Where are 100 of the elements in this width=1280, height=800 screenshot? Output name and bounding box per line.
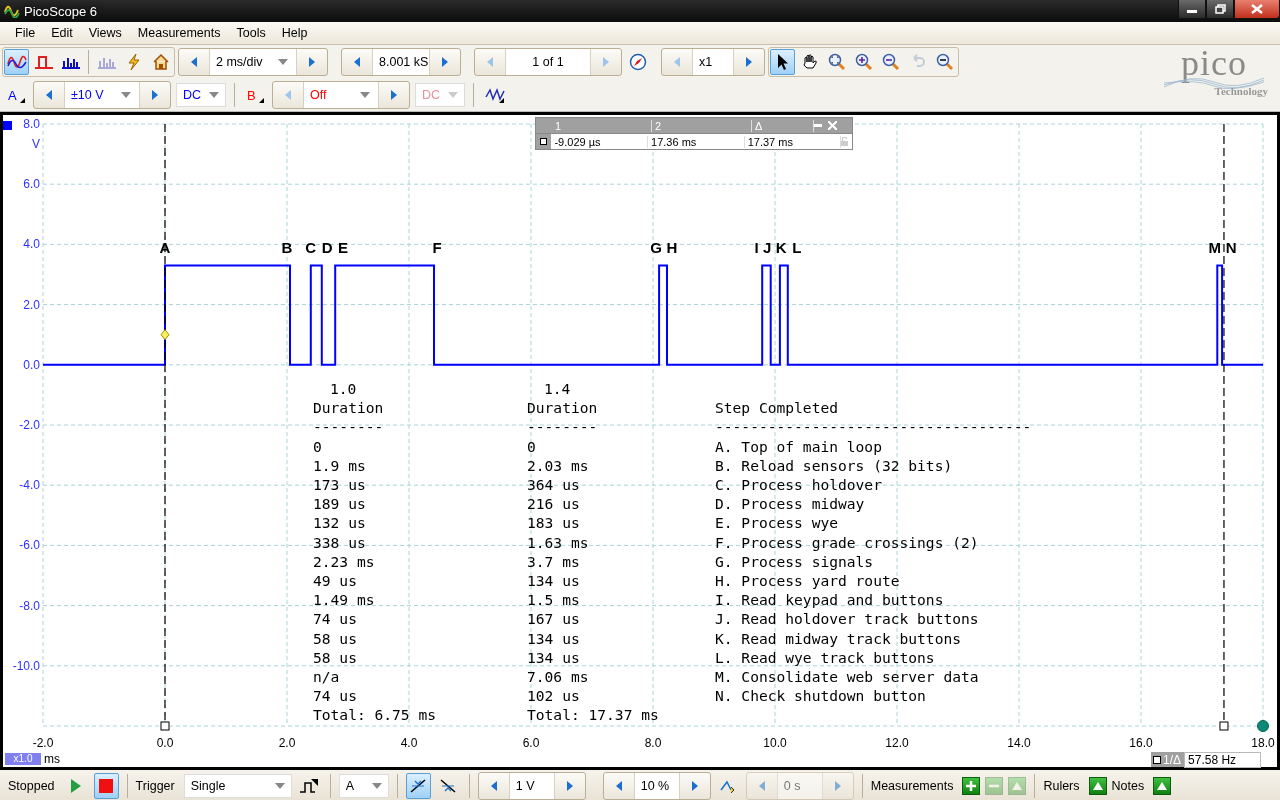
note-text: 0 — [313, 436, 323, 456]
trigger-source-dropdown[interactable]: A — [338, 774, 389, 798]
note-text: 102 us — [527, 686, 581, 706]
bar-chart-icon — [60, 55, 81, 69]
note-text: Duration — [527, 398, 599, 418]
note-text: 173 us — [313, 475, 367, 495]
axis-label: 10.0 — [763, 736, 787, 750]
pretrigger-field[interactable]: 10 % — [633, 773, 680, 799]
zoom-badge: x1.0 — [5, 753, 41, 765]
pulse-icon — [299, 778, 320, 794]
restore-icon — [1214, 4, 1226, 14]
menu-item[interactable]: Measurements — [130, 23, 228, 43]
axis-label: 14.0 — [1007, 736, 1031, 750]
menu-item[interactable]: Tools — [229, 23, 273, 43]
trigger-marker[interactable] — [160, 329, 170, 341]
note-text: 1.49 ms — [313, 590, 376, 610]
dropdown-caret-icon — [121, 92, 131, 98]
add-measurement-button[interactable] — [962, 777, 981, 795]
right-arrow-icon — [309, 57, 315, 67]
note-text: 134 us — [527, 628, 581, 648]
channel-axis-marker[interactable] — [3, 121, 12, 130]
samples-field[interactable]: 8.001 kS — [372, 49, 430, 75]
pointer-icon — [775, 53, 790, 71]
ruler-handle[interactable] — [1219, 721, 1229, 731]
close-button[interactable] — [1234, 0, 1280, 19]
marker-letter: B — [281, 239, 293, 257]
note-text: E. Process wye — [715, 513, 839, 533]
axis-label: -8.0 — [19, 598, 40, 613]
ruler-line[interactable] — [1223, 123, 1225, 722]
ruler-square-icon — [540, 138, 548, 145]
note-text: 189 us — [313, 494, 367, 514]
ruler-handle[interactable] — [160, 721, 170, 731]
magnifier-icon — [881, 53, 900, 71]
table-cell: 17.36 ms — [648, 135, 745, 148]
note-text: n/a — [313, 667, 341, 687]
note-text: 74 us — [313, 609, 358, 629]
ruler-line[interactable] — [164, 123, 166, 722]
note-text: Duration — [313, 398, 385, 418]
rising-edge-button[interactable] — [405, 773, 431, 799]
timebase-dropdown[interactable]: 2 ms/div — [209, 49, 297, 75]
threshold-field[interactable]: 1 V — [508, 773, 555, 799]
mode-button[interactable] — [4, 49, 29, 75]
note-text: N. Check shutdown button — [715, 686, 927, 706]
axis-handle[interactable] — [1257, 720, 1269, 732]
menu-item[interactable]: Views — [81, 23, 129, 43]
axis-label: 2.0 — [278, 736, 296, 750]
range-dropdown[interactable]: Off — [303, 82, 379, 108]
note-text: -------- — [313, 417, 385, 437]
up-triangle-icon — [1012, 782, 1023, 790]
dropdown-caret-icon — [448, 92, 458, 98]
play-icon — [71, 779, 82, 793]
range-dropdown[interactable]: ±10 V — [64, 82, 140, 108]
note-text: -------- — [527, 417, 599, 437]
note-text: G. Process signals — [715, 551, 875, 571]
trigger-mode-dropdown[interactable]: Single — [183, 774, 292, 798]
channel-button[interactable]: A — [4, 82, 28, 108]
restore-button[interactable] — [1206, 0, 1234, 19]
note-text: 132 us — [313, 513, 367, 533]
menu-item[interactable]: Edit — [44, 23, 80, 43]
left-arrow-icon — [46, 90, 52, 100]
right-arrow-icon — [603, 57, 609, 67]
minimize-button[interactable] — [1178, 0, 1206, 19]
sine-wave-icon — [6, 55, 27, 69]
note-text: 134 us — [527, 647, 581, 668]
stop-button[interactable] — [93, 773, 119, 799]
column-header: 1 — [552, 119, 652, 132]
note-text: M. Consolidate web server data — [715, 667, 980, 687]
close-icon[interactable] — [828, 121, 837, 130]
menu-item[interactable]: Help — [274, 23, 315, 43]
note-text: C. Process holdover — [715, 475, 883, 495]
right-arrow-icon — [691, 781, 698, 791]
pulse-icon — [33, 55, 54, 69]
close-icon — [1251, 4, 1263, 14]
tool-button[interactable] — [770, 49, 795, 75]
lightning-icon — [125, 53, 142, 71]
note-text: 49 us — [313, 571, 358, 591]
logo-tagline: Technology — [1214, 85, 1268, 97]
marker-letter: G — [650, 239, 662, 257]
note-text: ------------------------------------ — [715, 417, 1032, 437]
axis-label: 0.0 — [23, 357, 40, 372]
logo-wordmark: pico — [1181, 43, 1247, 83]
buffer-field[interactable]: 1 of 1 — [505, 49, 591, 75]
axis-label: 4.0 — [400, 736, 418, 750]
zoom-field[interactable]: x1 — [692, 49, 734, 75]
channel-button[interactable]: B — [243, 82, 267, 108]
window-title: PicoScope 6 — [24, 3, 97, 19]
note-text: B. Reload sensors (32 bits) — [715, 455, 954, 475]
rulers-button[interactable] — [1088, 777, 1107, 795]
frequency-label: 1/Δ — [1163, 752, 1182, 767]
note-text: A. Top of main loop — [715, 436, 883, 456]
note-text: 1.63 ms — [527, 532, 590, 552]
marker-letter: D — [321, 239, 333, 257]
axis-label: 0.0 — [156, 736, 174, 750]
left-arrow-icon — [490, 781, 497, 791]
coupling-dropdown[interactable]: DC — [176, 83, 226, 107]
marker-letter: C — [305, 239, 317, 257]
menu-item[interactable]: File — [8, 23, 43, 43]
table-cell: -9.029 µs — [551, 135, 649, 148]
notes-button[interactable] — [1153, 777, 1172, 795]
edge-icon — [409, 778, 428, 794]
